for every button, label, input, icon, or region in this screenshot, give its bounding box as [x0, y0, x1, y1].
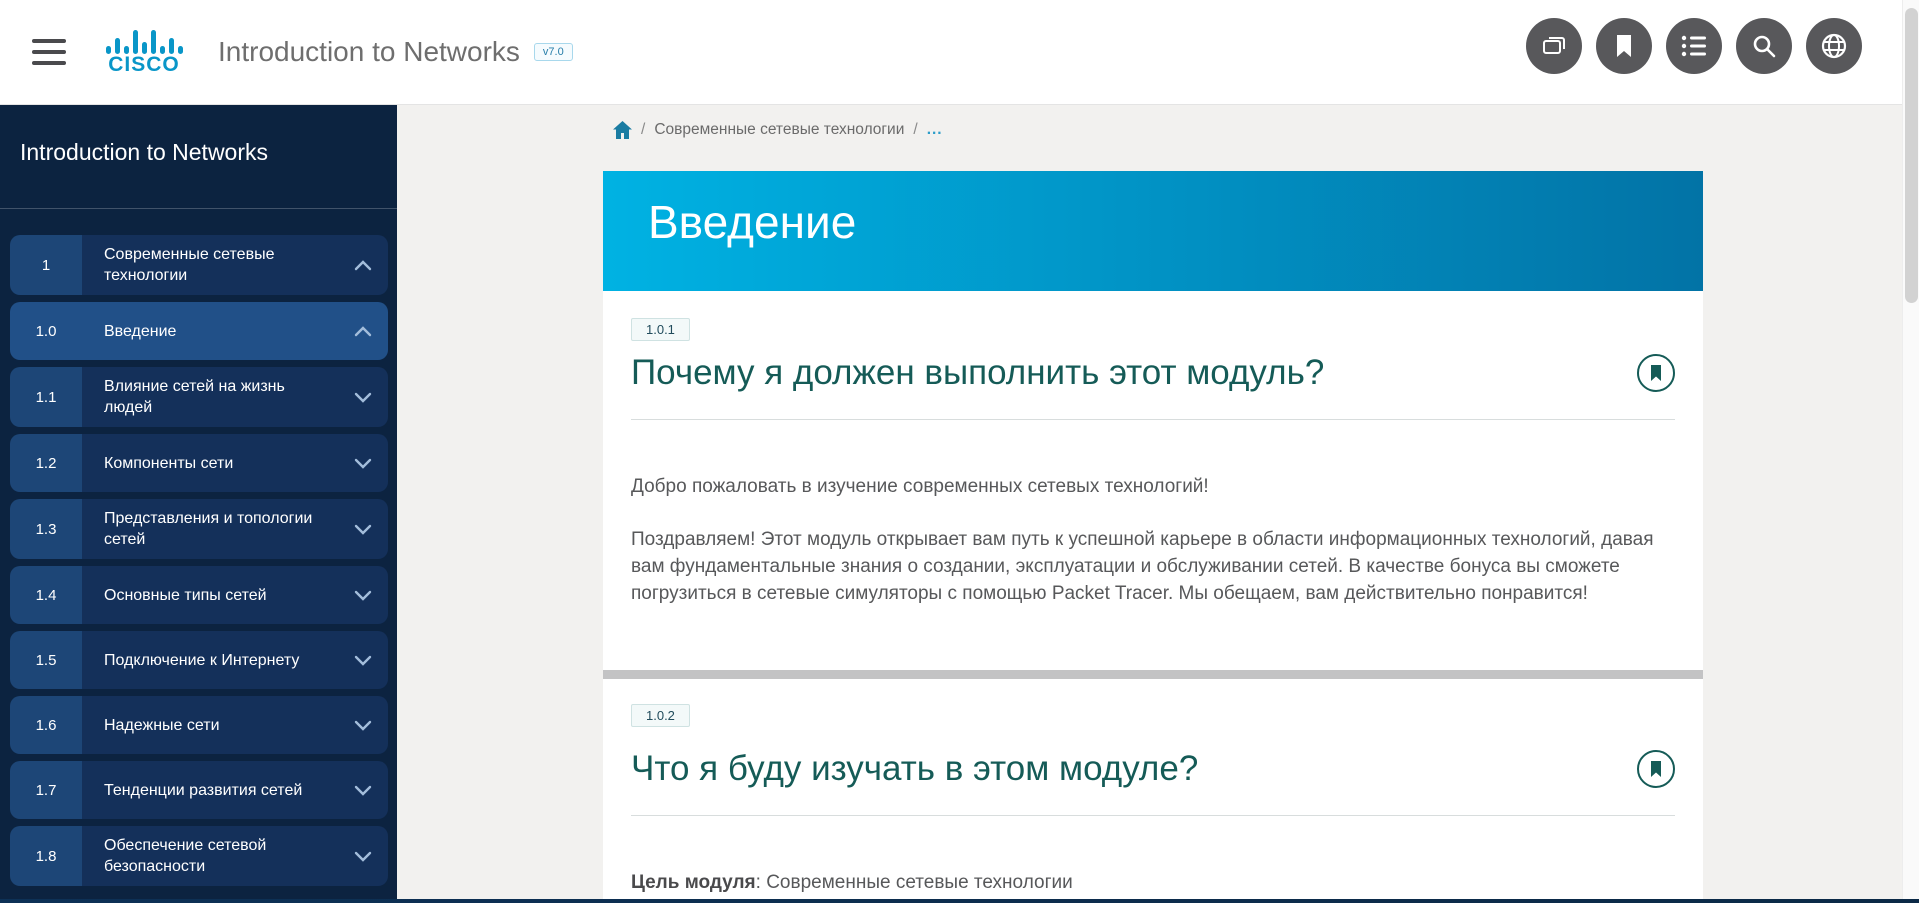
sidebar-course-title: Introduction to Networks	[0, 105, 397, 209]
bookmark-icon[interactable]	[1596, 18, 1652, 74]
cisco-logo: CISCO	[98, 28, 190, 76]
topic-heading-row: Почему я должен выполнить этот модуль?	[631, 353, 1675, 393]
version-badge: v7.0	[534, 43, 573, 61]
nav-item-1-2[interactable]: 1.2 Компоненты сети	[10, 434, 388, 492]
section-divider	[603, 670, 1703, 679]
nav-item-label: Современные сетевые технологии	[82, 235, 388, 295]
lesson-card: Введение 1.0.1 Почему я должен выполнить…	[603, 171, 1703, 899]
nav-item-number: 1.8	[10, 826, 82, 886]
cisco-logo-bars-icon	[106, 28, 183, 54]
page-scrollbar[interactable]	[1902, 0, 1919, 903]
chevron-up-icon[interactable]	[354, 260, 372, 271]
breadcrumb-separator: /	[913, 121, 917, 139]
module-goal-line: Цель модуля: Современные сетевые техноло…	[631, 869, 1675, 896]
chevron-down-icon[interactable]	[354, 524, 372, 535]
nav-item-number: 1.5	[10, 631, 82, 689]
nav-item-label: Основные типы сетей	[82, 566, 388, 624]
nav-item-number: 1.4	[10, 566, 82, 624]
list-icon[interactable]	[1666, 18, 1722, 74]
nav-item-1-6[interactable]: 1.6 Надежные сети	[10, 696, 388, 754]
module-goal-value: : Современные сетевые технологии	[756, 872, 1073, 893]
cisco-logo-text: CISCO	[108, 54, 180, 76]
chevron-down-icon[interactable]	[354, 655, 372, 666]
topic-badge: 1.0.1	[631, 318, 690, 341]
topic-title: Что я буду изучать в этом модуле?	[631, 749, 1198, 789]
app-header: CISCO Introduction to Networks v7.0	[0, 0, 1919, 105]
nav-item-1-8[interactable]: 1.8 Обеспечение сетевой безопасности	[10, 826, 388, 886]
banner-title: Введение	[648, 197, 1703, 247]
nav-item-1-3[interactable]: 1.3 Представления и топологии сетей	[10, 499, 388, 559]
breadcrumb: / Современные сетевые технологии / ...	[613, 121, 943, 139]
home-icon[interactable]	[613, 121, 632, 139]
bottom-edge-bar	[0, 899, 1919, 903]
nav-item-label: Компоненты сети	[82, 434, 388, 492]
chevron-down-icon[interactable]	[354, 785, 372, 796]
section-banner: Введение	[603, 171, 1703, 291]
nav-item-label: Подключение к Интернету	[82, 631, 388, 689]
nav-item-1-7[interactable]: 1.7 Тенденции развития сетей	[10, 761, 388, 819]
nav-item-1-1[interactable]: 1.1 Влияние сетей на жизнь людей	[10, 367, 388, 427]
breadcrumb-ellipsis[interactable]: ...	[927, 121, 943, 139]
nav-item-1-4[interactable]: 1.4 Основные типы сетей	[10, 566, 388, 624]
course-nav-sidebar: Introduction to Networks 1 Современные с…	[0, 105, 397, 899]
chevron-down-icon[interactable]	[354, 720, 372, 731]
nav-item-number: 1.0	[10, 302, 82, 360]
main-content-area: / Современные сетевые технологии / ... В…	[397, 105, 1902, 899]
pages-icon[interactable]	[1526, 18, 1582, 74]
breadcrumb-module-link[interactable]: Современные сетевые технологии	[654, 121, 904, 139]
module-nav-list: 1 Современные сетевые технологии 1.0 Вве…	[0, 209, 397, 886]
nav-item-number: 1	[10, 235, 82, 295]
nav-item-label: Обеспечение сетевой безопасности	[82, 826, 388, 886]
topic-heading-row: Что я буду изучать в этом модуле?	[631, 749, 1675, 789]
nav-item-number: 1.3	[10, 499, 82, 559]
breadcrumb-separator: /	[641, 121, 645, 139]
chevron-down-icon[interactable]	[354, 590, 372, 601]
topic-paragraph: Поздравляем! Этот модуль открывает вам п…	[631, 526, 1675, 607]
globe-icon[interactable]	[1806, 18, 1862, 74]
search-icon[interactable]	[1736, 18, 1792, 74]
hamburger-menu-icon[interactable]	[32, 39, 68, 65]
nav-item-label: Надежные сети	[82, 696, 388, 754]
chevron-up-icon[interactable]	[354, 326, 372, 337]
nav-item-label: Тенденции развития сетей	[82, 761, 388, 819]
chevron-down-icon[interactable]	[354, 851, 372, 862]
bookmark-topic-button[interactable]	[1637, 354, 1675, 392]
heading-divider	[631, 815, 1675, 816]
nav-item-label: Влияние сетей на жизнь людей	[82, 367, 388, 427]
scrollbar-thumb[interactable]	[1905, 8, 1918, 303]
nav-item-number: 1.7	[10, 761, 82, 819]
topic-badge: 1.0.2	[631, 704, 690, 727]
nav-item-number: 1.1	[10, 367, 82, 427]
nav-item-label: Введение	[82, 302, 388, 360]
header-toolbar	[1526, 18, 1862, 74]
heading-divider	[631, 419, 1675, 420]
module-goal-label: Цель модуля	[631, 872, 756, 893]
lesson-body: 1.0.1 Почему я должен выполнить этот мод…	[603, 291, 1703, 896]
nav-item-label: Представления и топологии сетей	[82, 499, 388, 559]
nav-item-1[interactable]: 1 Современные сетевые технологии	[10, 235, 388, 295]
chevron-down-icon[interactable]	[354, 458, 372, 469]
nav-item-1-5[interactable]: 1.5 Подключение к Интернету	[10, 631, 388, 689]
topic-paragraph: Добро пожаловать в изучение современных …	[631, 473, 1675, 500]
bookmark-topic-button[interactable]	[1637, 750, 1675, 788]
nav-item-number: 1.6	[10, 696, 82, 754]
chevron-down-icon[interactable]	[354, 392, 372, 403]
course-title: Introduction to Networks	[218, 36, 520, 68]
topic-title: Почему я должен выполнить этот модуль?	[631, 353, 1324, 393]
nav-item-1-0[interactable]: 1.0 Введение	[10, 302, 388, 360]
nav-item-number: 1.2	[10, 434, 82, 492]
